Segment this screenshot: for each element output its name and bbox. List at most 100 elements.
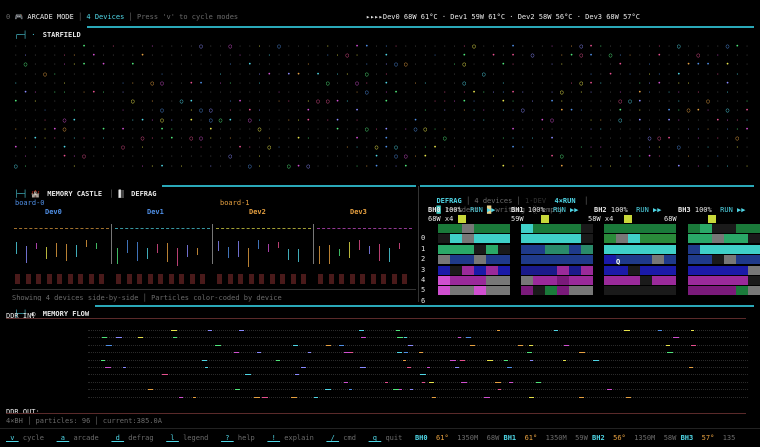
- star: ○: [608, 52, 613, 60]
- star: ·: [209, 61, 213, 69]
- footer-key-label: explain: [280, 434, 327, 442]
- star: ·: [277, 135, 281, 142]
- footer-key-arcade[interactable]: a arcade: [57, 434, 112, 442]
- star: ·: [92, 135, 96, 142]
- star: ·: [443, 89, 447, 96]
- star: ·: [433, 162, 437, 170]
- star: ·: [667, 61, 671, 69]
- footer-key-quit[interactable]: q quit: [369, 434, 415, 442]
- defrag-cell: [736, 224, 748, 233]
- star: ·: [491, 79, 496, 87]
- star: ·: [43, 125, 47, 133]
- footer-key-explain[interactable]: ! explain: [267, 434, 326, 442]
- castle-tower: [157, 244, 158, 253]
- star: •: [53, 125, 57, 133]
- footer-key-defrag[interactable]: d defrag: [111, 434, 166, 442]
- footer-status-field: 1350M: [545, 434, 576, 442]
- star: ·: [696, 89, 701, 96]
- defrag-cell: [652, 234, 664, 244]
- star: ·: [316, 135, 320, 142]
- star: ·: [608, 135, 613, 142]
- star: ·: [443, 116, 447, 124]
- defrag-cell: [616, 234, 628, 244]
- star: ·: [53, 52, 57, 60]
- footer-key-legend[interactable]: l legend: [166, 434, 221, 442]
- star: ·: [540, 107, 545, 115]
- star: ·: [501, 135, 506, 142]
- star: ·: [384, 116, 389, 124]
- star: ○: [23, 61, 28, 69]
- star: ·: [384, 107, 389, 115]
- star: ·: [53, 162, 57, 170]
- castle-block: [402, 274, 407, 284]
- castle-block: [200, 274, 205, 284]
- star: ·: [735, 52, 740, 60]
- defrag-grid: [428, 214, 760, 296]
- star: ○: [530, 52, 535, 60]
- star: ·: [491, 61, 496, 69]
- star: •: [82, 43, 86, 50]
- star: ·: [238, 107, 242, 115]
- footer-key-help[interactable]: ? help: [221, 434, 267, 442]
- star: ·: [62, 52, 67, 60]
- star: ·: [287, 98, 291, 106]
- footer-key-cycle[interactable]: v cycle: [6, 434, 57, 442]
- star: •: [365, 43, 369, 50]
- star: ·: [160, 70, 164, 78]
- star: ·: [228, 135, 233, 142]
- footer-status-field: 135: [722, 434, 744, 442]
- star: ·: [589, 107, 593, 115]
- star: •: [725, 61, 730, 69]
- star: •: [72, 116, 77, 124]
- footer-key-cmd[interactable]: / cmd: [326, 434, 368, 442]
- star: ·: [316, 144, 320, 152]
- star: ·: [101, 43, 106, 50]
- star: ·: [33, 61, 38, 69]
- star: ·: [618, 89, 623, 96]
- defrag-mode-dim[interactable]: 1-DEV: [525, 197, 546, 205]
- star: ·: [686, 52, 691, 60]
- star: ·: [735, 98, 740, 106]
- defrag-cell: [498, 276, 510, 285]
- star: ·: [209, 162, 213, 170]
- footer-status-field: 61°: [436, 434, 458, 442]
- star: ·: [170, 70, 174, 78]
- star: ·: [677, 125, 681, 133]
- ddr-out-bar: [6, 413, 746, 414]
- defrag-cell: [533, 286, 545, 296]
- star: ○: [374, 144, 379, 152]
- star: ·: [735, 61, 740, 69]
- star: ·: [462, 89, 467, 96]
- castle-block: [269, 274, 275, 284]
- star: ·: [82, 79, 86, 87]
- star: •: [608, 70, 613, 78]
- star: ·: [277, 52, 281, 60]
- star: ·: [501, 116, 506, 124]
- defrag-mode[interactable]: 4×RUN: [555, 197, 576, 205]
- star: ·: [491, 162, 496, 170]
- star: ·: [306, 89, 311, 96]
- defrag-cell: [569, 286, 581, 296]
- flow-particle: [527, 352, 533, 354]
- footer-status-field: 61°: [524, 434, 546, 442]
- tab-defrag[interactable]: DEFRAG: [128, 190, 160, 198]
- defrag-cell: [628, 255, 640, 265]
- flow-particle: [410, 389, 414, 391]
- defrag-cell: [486, 265, 498, 275]
- star: •: [33, 135, 38, 142]
- star: ·: [345, 89, 350, 96]
- defrag-cell: [628, 244, 640, 254]
- star: ·: [209, 43, 213, 50]
- star: ·: [277, 153, 281, 161]
- defrag-cell: [462, 224, 474, 233]
- star: ·: [433, 43, 437, 50]
- star: ·: [560, 125, 564, 133]
- star: ·: [267, 61, 272, 69]
- star: ·: [628, 52, 632, 60]
- star: ·: [140, 43, 145, 50]
- star: ·: [628, 153, 632, 161]
- star: ·: [608, 153, 613, 161]
- star: ·: [335, 162, 340, 170]
- flow-particle: [349, 389, 353, 391]
- star: ·: [111, 61, 116, 69]
